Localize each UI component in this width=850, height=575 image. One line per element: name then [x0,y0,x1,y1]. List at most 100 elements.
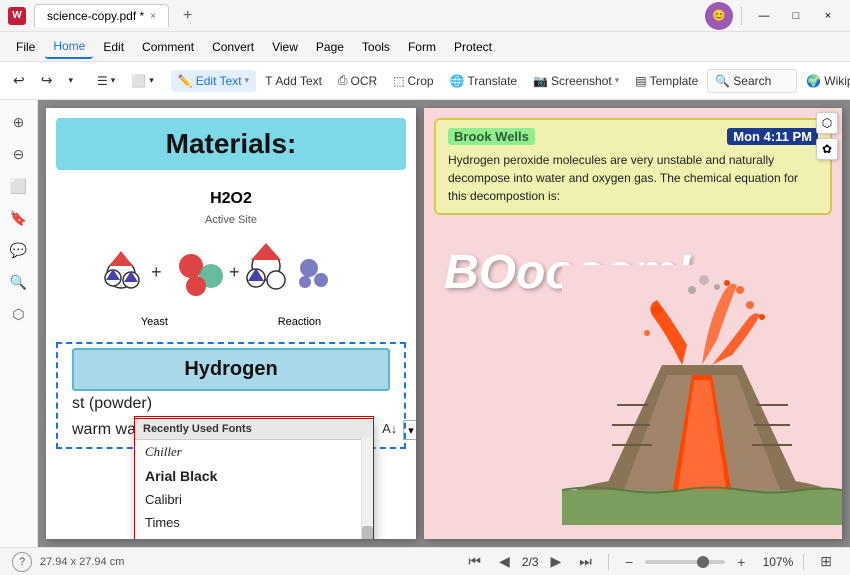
menu-view[interactable]: View [264,36,306,58]
new-tab-button[interactable]: + [177,7,198,25]
add-text-icon: T [265,74,272,88]
menu-edit[interactable]: Edit [95,36,132,58]
font-scrollbar[interactable] [361,437,373,539]
font-list[interactable]: Chiller Arial Black Calibri Times Niagar… [135,440,373,539]
h2o2-area: H2O2 Active Site + [46,180,416,338]
edit-text-button[interactable]: ✏️ Edit Text ▾ [171,70,256,92]
tab-close-button[interactable]: × [150,11,156,22]
zoom-slider[interactable] [645,560,725,564]
search-button[interactable]: 🔍 Search [707,69,797,93]
translate-label: Translate [468,74,518,88]
minimize-button[interactable]: — [750,6,778,26]
volcano-area: BOoooom! [424,225,842,525]
left-sidebar: ⊕ ⊖ ⬜ 🔖 💬 🔍 ⬡ [0,100,38,547]
ocr-icon: ⎙ [338,73,348,88]
status-bar: ? 27.94 x 27.94 cm ⏮ ◀ 2/3 ▶ ⏭ − + 107% … [0,547,850,575]
corner-icon-2[interactable]: ✿ [816,138,838,160]
toolbar-select-tool[interactable]: ⬜ ▾ [124,70,160,92]
template-label: Template [650,74,699,88]
menu-comment[interactable]: Comment [134,36,202,58]
zoom-in-button[interactable]: + [731,552,751,572]
toolbar-dropdown[interactable]: ▾ [61,71,80,90]
wikipedia-button[interactable]: 🌍 Wikipedia [799,70,850,92]
fit-page-button[interactable]: ⊞ [814,551,838,572]
font-item-calibri[interactable]: Calibri [135,488,373,511]
menu-tools[interactable]: Tools [354,36,398,58]
sidebar-zoom-in[interactable]: ⊕ [5,108,33,136]
font-item-times[interactable]: Times [135,511,373,534]
add-text-label: Add Text [275,74,321,88]
font-item-arial-black[interactable]: Arial Black [135,464,373,488]
font-item-niagara[interactable]: Niagara Engraved [135,534,373,539]
last-page-button[interactable]: ⏭ [573,551,598,572]
template-icon: ▤ [635,74,646,88]
crop-label: Crop [408,74,434,88]
yeast-label: Yeast [141,316,168,328]
materials-heading: Materials: [56,118,406,170]
crop-icon: ⬚ [393,74,404,88]
edit-text-icon: ✏️ [178,74,193,88]
ocr-button[interactable]: ⎙ OCR [331,69,384,92]
text-shrink-button[interactable]: A↓ [378,420,401,440]
chat-bubble: Brook Wells Mon 4:11 PM Hydrogen peroxid… [434,118,832,215]
corner-icon-1[interactable]: ⬡ [816,112,838,134]
next-page-button[interactable]: ▶ [545,551,568,572]
toolbar-select-label: ▾ [149,75,154,86]
sidebar-thumbnails[interactable]: ⬜ [5,172,33,200]
font-item-chiller[interactable]: Chiller [135,440,373,464]
svg-text:+: + [229,262,240,282]
ingredient-1: st (powder) [62,391,400,417]
tab-item[interactable]: science-copy.pdf * × [34,4,169,27]
font-scrollbar-thumb[interactable] [362,526,373,539]
maximize-button[interactable]: □ [782,6,810,26]
menu-bar: File Home Edit Comment Convert View Page… [0,32,850,62]
chat-header: Brook Wells Mon 4:11 PM [448,128,818,145]
add-text-button[interactable]: T Add Text [258,70,329,92]
hand-icon: ☰ [97,74,108,88]
first-page-button[interactable]: ⏮ [462,551,487,572]
toolbar-hand-tool[interactable]: ☰ ▾ [90,70,122,92]
screenshot-dropdown-icon: ▾ [615,75,620,86]
dimensions-label: 27.94 x 27.94 cm [40,556,124,568]
zoom-slider-thumb[interactable] [697,556,709,568]
reaction-label: Reaction [278,316,321,328]
close-button[interactable]: × [814,6,842,26]
prev-page-button[interactable]: ◀ [493,551,516,572]
zoom-out-button[interactable]: − [619,552,639,572]
select-icon: ⬜ [131,74,146,88]
toolbar-hand-label: ▾ [111,75,116,86]
title-bar-left: W science-copy.pdf * × + [8,4,705,27]
sidebar-search[interactable]: 🔍 [5,268,33,296]
tab-label: science-copy.pdf * [47,9,144,23]
sidebar-bookmarks[interactable]: 🔖 [5,204,33,232]
profile-icon[interactable]: 😊 [705,2,733,30]
sidebar-layers[interactable]: ⬡ [5,300,33,328]
format-dropdown[interactable]: ▾ [403,420,416,440]
app-icon: W [8,7,26,25]
edit-text-dropdown-icon: ▾ [245,75,250,86]
reaction-diagram: + + [66,236,396,306]
main-layout: ⊕ ⊖ ⬜ 🔖 💬 🔍 ⬡ Materials: H2O2 Active Sit… [0,100,850,547]
toolbar-undo[interactable]: ↩ [6,68,32,93]
menu-form[interactable]: Form [400,36,444,58]
chat-time: Mon 4:11 PM [727,128,818,145]
chat-text: Hydrogen peroxide molecules are very uns… [448,151,818,205]
template-button[interactable]: ▤ Template [628,70,705,92]
translate-button[interactable]: 🌐 Translate [443,70,525,92]
crop-button[interactable]: ⬚ Crop [386,70,440,92]
svg-text:+: + [151,262,162,282]
sidebar-zoom-out[interactable]: ⊖ [5,140,33,168]
menu-protect[interactable]: Protect [446,36,500,58]
menu-page[interactable]: Page [308,36,352,58]
menu-file[interactable]: File [8,36,43,58]
help-button[interactable]: ? [12,552,32,572]
sidebar-comments[interactable]: 💬 [5,236,33,264]
menu-convert[interactable]: Convert [204,36,262,58]
screenshot-button[interactable]: 📷 Screenshot ▾ [526,70,626,92]
menu-home[interactable]: Home [45,35,93,59]
recently-used-header: Recently Used Fonts [135,419,373,440]
volcano-svg-container [562,265,842,525]
chat-name: Brook Wells [448,128,535,145]
hydrogen-box: Hydrogen [72,348,390,391]
toolbar-redo[interactable]: ↪ [34,68,60,93]
